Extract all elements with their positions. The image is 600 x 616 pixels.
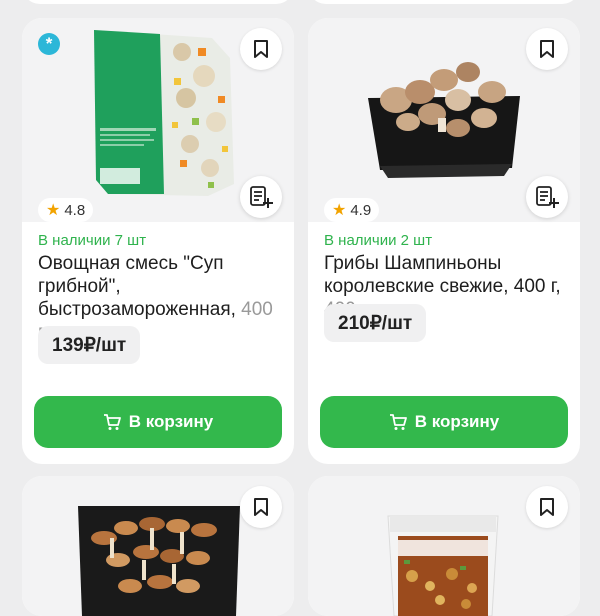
stock-status: В наличии 2 шт — [324, 232, 433, 249]
add-to-list-icon — [536, 186, 559, 208]
rating-badge: ★ 4.8 — [38, 198, 94, 222]
cart-icon — [103, 414, 121, 430]
add-to-cart-label: В корзину — [128, 412, 214, 431]
frozen-badge-icon: * — [38, 33, 60, 55]
bookmark-icon — [254, 498, 268, 516]
stock-status: В наличии 7 шт — [38, 232, 147, 249]
bookmark-button[interactable] — [526, 486, 568, 528]
add-to-cart-button[interactable]: В корзину — [320, 396, 568, 448]
product-card-bottom-left[interactable] — [22, 476, 294, 616]
product-title-text: Овощная смесь "Суп грибной", быстрозамор… — [38, 253, 236, 320]
bookmark-button[interactable] — [526, 28, 568, 70]
price-tag: 210₽/шт — [324, 304, 427, 342]
bookmark-icon — [254, 40, 268, 58]
product-title-text: Грибы Шампиньоны королевские свежие, 400… — [324, 253, 561, 297]
rating-value: 4.8 — [64, 201, 86, 219]
bookmark-button[interactable] — [240, 486, 282, 528]
price-tag: 139₽/шт — [38, 326, 141, 364]
product-card-champignons[interactable]: ★ 4.9 В наличии 2 шт Грибы Шампиньоны ко… — [308, 18, 580, 464]
add-to-list-button[interactable] — [526, 176, 568, 218]
star-icon: ★ — [332, 202, 347, 219]
rating-badge: ★ 4.9 — [324, 198, 380, 222]
bookmark-button[interactable] — [240, 28, 282, 70]
partial-card-top-left — [22, 0, 294, 4]
cart-icon — [389, 414, 407, 430]
star-icon: ★ — [46, 202, 61, 219]
add-to-list-button[interactable] — [240, 176, 282, 218]
rating-value: 4.9 — [350, 201, 372, 219]
product-card-soup-mix[interactable]: * ★ 4.8 В наличии 7 шт Овощная смесь "Су… — [22, 18, 294, 464]
add-to-cart-label: В корзину — [414, 412, 500, 431]
bookmark-icon — [540, 40, 554, 58]
bookmark-icon — [540, 498, 554, 516]
product-card-bottom-right[interactable] — [308, 476, 580, 616]
partial-card-top-right — [308, 0, 580, 4]
add-to-cart-button[interactable]: В корзину — [34, 396, 282, 448]
add-to-list-icon — [250, 186, 273, 208]
